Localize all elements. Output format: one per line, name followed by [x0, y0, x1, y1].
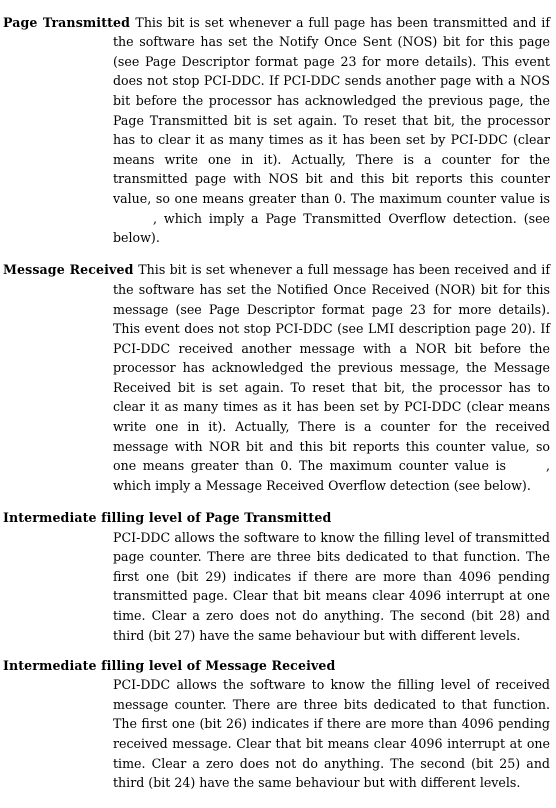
document-page: Page Transmitted This bit is set wheneve…	[0, 13, 556, 808]
definition-paragraph: Message Received This bit is set wheneve…	[3, 260, 550, 495]
definition-body-text-part-2: , which imply a Page Transmitted Overflo…	[113, 210, 550, 246]
definition-entry-message-received: Message Received This bit is set wheneve…	[0, 260, 556, 495]
section-heading-intermediate-filling-message-received: Intermediate filling level of Message Re…	[3, 657, 336, 673]
missing-formula-placeholder	[113, 222, 153, 223]
definition-entry-intermediate-filling-page-transmitted: Intermediate filling level of Page Trans…	[0, 508, 556, 645]
definition-term-message-received: Message Received	[3, 262, 139, 278]
section-body-text: PCI-DDC allows the software to know the …	[113, 529, 550, 643]
definition-paragraph: Page Transmitted This bit is set wheneve…	[3, 13, 550, 248]
definition-body-text-part-1: This bit is set whenever a full page has…	[113, 14, 550, 206]
section-body-text: PCI-DDC allows the software to know the …	[113, 677, 550, 791]
definition-term-page-transmitted: Page Transmitted	[3, 14, 136, 30]
section-heading-intermediate-filling-page-transmitted: Intermediate filling level of Page Trans…	[3, 510, 332, 526]
definition-entry-intermediate-filling-message-received: Intermediate filling level of Message Re…	[0, 656, 556, 793]
definition-entry-page-transmitted: Page Transmitted This bit is set wheneve…	[0, 13, 556, 248]
definition-body-text-part-1: This bit is set whenever a full message …	[113, 262, 550, 474]
missing-formula-placeholder	[506, 469, 546, 470]
